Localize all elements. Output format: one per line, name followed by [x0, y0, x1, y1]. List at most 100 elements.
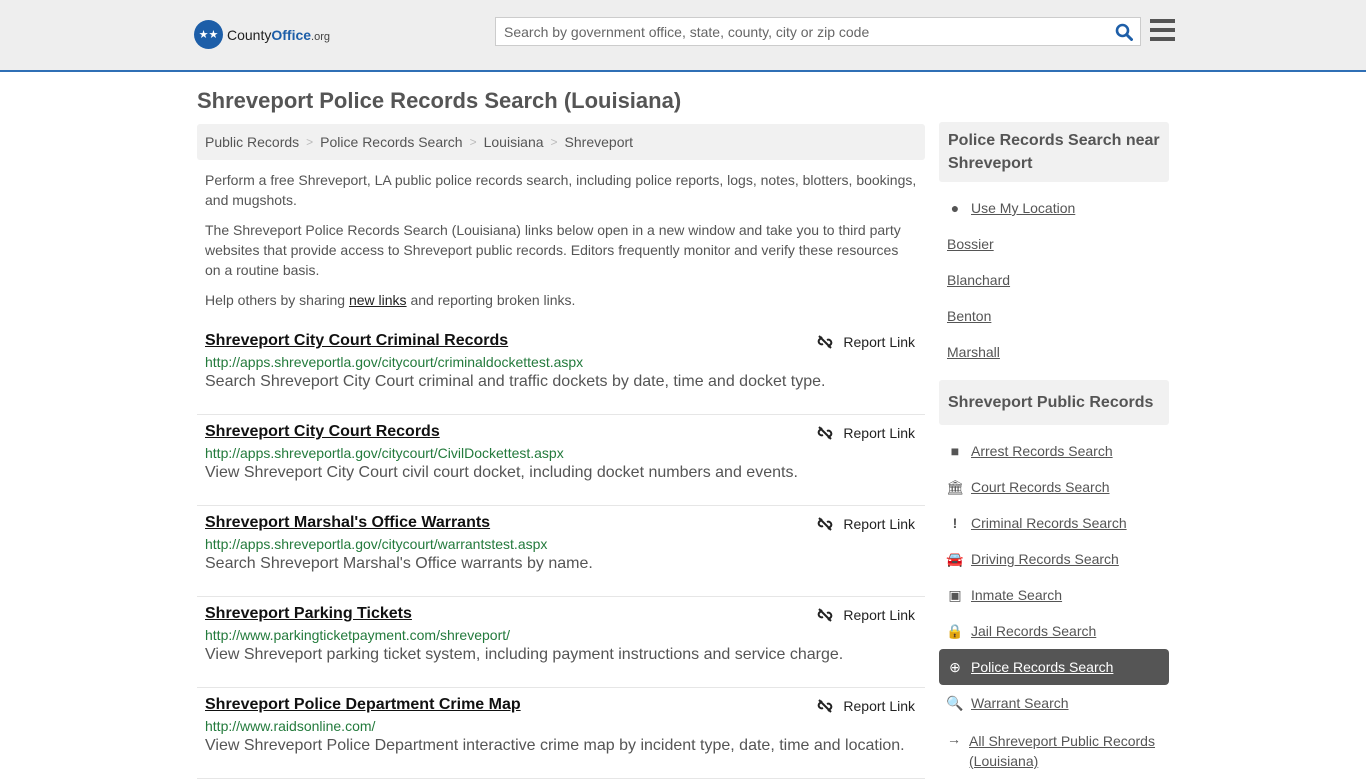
report-link-button[interactable]: Report Link [817, 516, 915, 532]
breadcrumb-police-records-search[interactable]: Police Records Search [320, 134, 462, 150]
sidebar-item-driving[interactable]: 🚘 Driving Records Search [939, 541, 1169, 577]
sidebar-link[interactable]: Blanchard [947, 272, 1010, 288]
sidebar-item-all-public-records[interactable]: → All Shreveport Public Records (Louisian… [939, 721, 1169, 769]
search-plus-icon: 🔍 [946, 694, 964, 711]
list-item: Shreveport City Court Criminal Records h… [197, 324, 925, 415]
main-content: Public Records > Police Records Search > L… [197, 124, 925, 779]
sidebar-item-blanchard[interactable]: Blanchard [939, 262, 1169, 298]
logo-tld: .org [311, 30, 331, 43]
square-icon: ■ [950, 443, 960, 459]
courthouse-icon: 🏛 [946, 478, 964, 495]
sidebar-item-warrant[interactable]: 🔍 Warrant Search [939, 685, 1169, 721]
arrow-right-icon: → [947, 731, 961, 747]
report-link-button[interactable]: Report Link [817, 607, 915, 623]
entry-url: http://apps.shreveportla.gov/citycourt/w… [205, 536, 548, 552]
breadcrumb-louisiana[interactable]: Louisiana [484, 134, 544, 150]
sidebar-item-benton[interactable]: Benton [939, 298, 1169, 334]
broken-link-icon [818, 335, 833, 349]
logo[interactable]: ★★ CountyOffice.org [194, 20, 330, 49]
entry-url: http://apps.shreveportla.gov/citycourt/c… [205, 354, 584, 370]
sidebar-link[interactable]: Marshall [947, 344, 1000, 360]
sidebar-link[interactable]: Jail Records Search [971, 623, 1096, 639]
sidebar-item-marshall[interactable]: Marshall [939, 334, 1169, 370]
exclamation-icon: ! [952, 515, 958, 531]
page-title: Shreveport Police Records Search (Louisi… [197, 88, 682, 113]
sidebar-item-inmate[interactable]: ▣ Inmate Search [939, 577, 1169, 613]
report-link-label: Report Link [843, 334, 915, 350]
sidebar-link[interactable]: Warrant Search [971, 695, 1069, 711]
sidebar-item-jail[interactable]: 🔒 Jail Records Search [939, 613, 1169, 649]
public-records-heading: Shreveport Public Records [939, 380, 1169, 425]
entry-title-link[interactable]: Shreveport Police Department Crime Map [205, 696, 917, 714]
eagle-logo-icon: ★★ [194, 20, 223, 49]
car-icon: 🚘 [946, 550, 964, 567]
logo-county: County [227, 26, 272, 43]
breadcrumb-separator: > [469, 135, 477, 149]
report-link-button[interactable]: Report Link [817, 698, 915, 714]
sidebar-link[interactable]: Police Records Search [971, 659, 1113, 675]
report-link-label: Report Link [843, 607, 915, 623]
breadcrumb-shreveport[interactable]: Shreveport [565, 134, 633, 150]
intro-paragraph: The Shreveport Police Records Search (Lo… [205, 222, 901, 278]
sidebar-link[interactable]: Bossier [947, 236, 994, 252]
entry-description: Search Shreveport City Court criminal an… [205, 373, 826, 390]
sidebar-item-court[interactable]: 🏛 Court Records Search [939, 469, 1169, 505]
public-records-list: ■ Arrest Records Search 🏛 Court Records Se… [939, 425, 1169, 769]
intro: Perform a free Shreveport, LA public pol… [197, 170, 925, 310]
sidebar: Police Records Search near Shreveport ● U… [939, 122, 1169, 769]
search-bar [495, 17, 1141, 46]
sidebar-item-criminal[interactable]: ! Criminal Records Search [939, 505, 1169, 541]
id-badge-icon: ▣ [948, 586, 962, 603]
sidebar-link[interactable]: Benton [947, 308, 991, 324]
map-marker-icon: ● [950, 200, 960, 216]
near-list: ● Use My Location Bossier Blanchard Bento… [939, 182, 1169, 380]
breadcrumb-separator: > [550, 135, 558, 149]
report-link-label: Report Link [843, 516, 915, 532]
new-links-link[interactable]: new links [349, 292, 407, 308]
list-item: Shreveport City Court Records http://app… [197, 415, 925, 506]
entry-url: http://apps.shreveportla.gov/citycourt/C… [205, 445, 564, 461]
entry-title-link[interactable]: Shreveport Parking Tickets [205, 605, 917, 623]
logo-office: Office [271, 26, 312, 43]
hamburger-menu-icon[interactable] [1150, 19, 1175, 41]
sidebar-link[interactable]: Arrest Records Search [971, 443, 1113, 459]
list-item: Shreveport Marshal's Office Warrants htt… [197, 506, 925, 597]
broken-link-icon [818, 699, 833, 713]
search-input[interactable] [496, 18, 1108, 45]
sidebar-item-arrest[interactable]: ■ Arrest Records Search [939, 433, 1169, 469]
sidebar-item-use-my-location[interactable]: ● Use My Location [939, 190, 1169, 226]
report-link-button[interactable]: Report Link [817, 425, 915, 441]
search-button[interactable] [1108, 18, 1140, 45]
entry-description: View Shreveport Police Department intera… [205, 737, 905, 754]
list-item: Shreveport Parking Tickets http://www.pa… [197, 597, 925, 688]
intro-paragraph: Help others by sharing new links and rep… [205, 290, 917, 310]
sidebar-link[interactable]: All Shreveport Public Records (Louisiana… [969, 731, 1169, 771]
near-heading: Police Records Search near Shreveport [939, 122, 1169, 182]
report-link-label: Report Link [843, 425, 915, 441]
entries-list: Shreveport City Court Criminal Records h… [197, 324, 925, 779]
report-link-button[interactable]: Report Link [817, 334, 915, 350]
entry-description: Search Shreveport Marshal's Office warra… [205, 555, 593, 572]
entry-title-link[interactable]: Shreveport Marshal's Office Warrants [205, 514, 917, 532]
entry-description: View Shreveport City Court civil court d… [205, 464, 798, 481]
intro-text: and reporting broken links. [406, 292, 576, 308]
broken-link-icon [818, 608, 833, 622]
broken-link-icon [818, 426, 833, 440]
sidebar-item-police[interactable]: ⊕ Police Records Search [939, 649, 1169, 685]
report-link-label: Report Link [843, 698, 915, 714]
top-bar: ★★ CountyOffice.org [0, 0, 1366, 72]
sidebar-link[interactable]: Court Records Search [971, 479, 1110, 495]
sidebar-link[interactable]: Inmate Search [971, 587, 1062, 603]
crosshair-icon: ⊕ [949, 658, 961, 675]
entry-url: http://www.parkingticketpayment.com/shre… [205, 627, 511, 643]
entry-title-link[interactable]: Shreveport City Court Records [205, 423, 917, 441]
sidebar-item-bossier[interactable]: Bossier [939, 226, 1169, 262]
intro-text: Help others by sharing [205, 292, 349, 308]
intro-paragraph: Perform a free Shreveport, LA public pol… [205, 172, 917, 208]
sidebar-link[interactable]: Driving Records Search [971, 551, 1119, 567]
entry-description: View Shreveport parking ticket system, i… [205, 646, 844, 663]
sidebar-link[interactable]: Criminal Records Search [971, 515, 1127, 531]
breadcrumb-public-records[interactable]: Public Records [205, 134, 299, 150]
entry-title-link[interactable]: Shreveport City Court Criminal Records [205, 332, 917, 350]
sidebar-link[interactable]: Use My Location [971, 200, 1075, 216]
